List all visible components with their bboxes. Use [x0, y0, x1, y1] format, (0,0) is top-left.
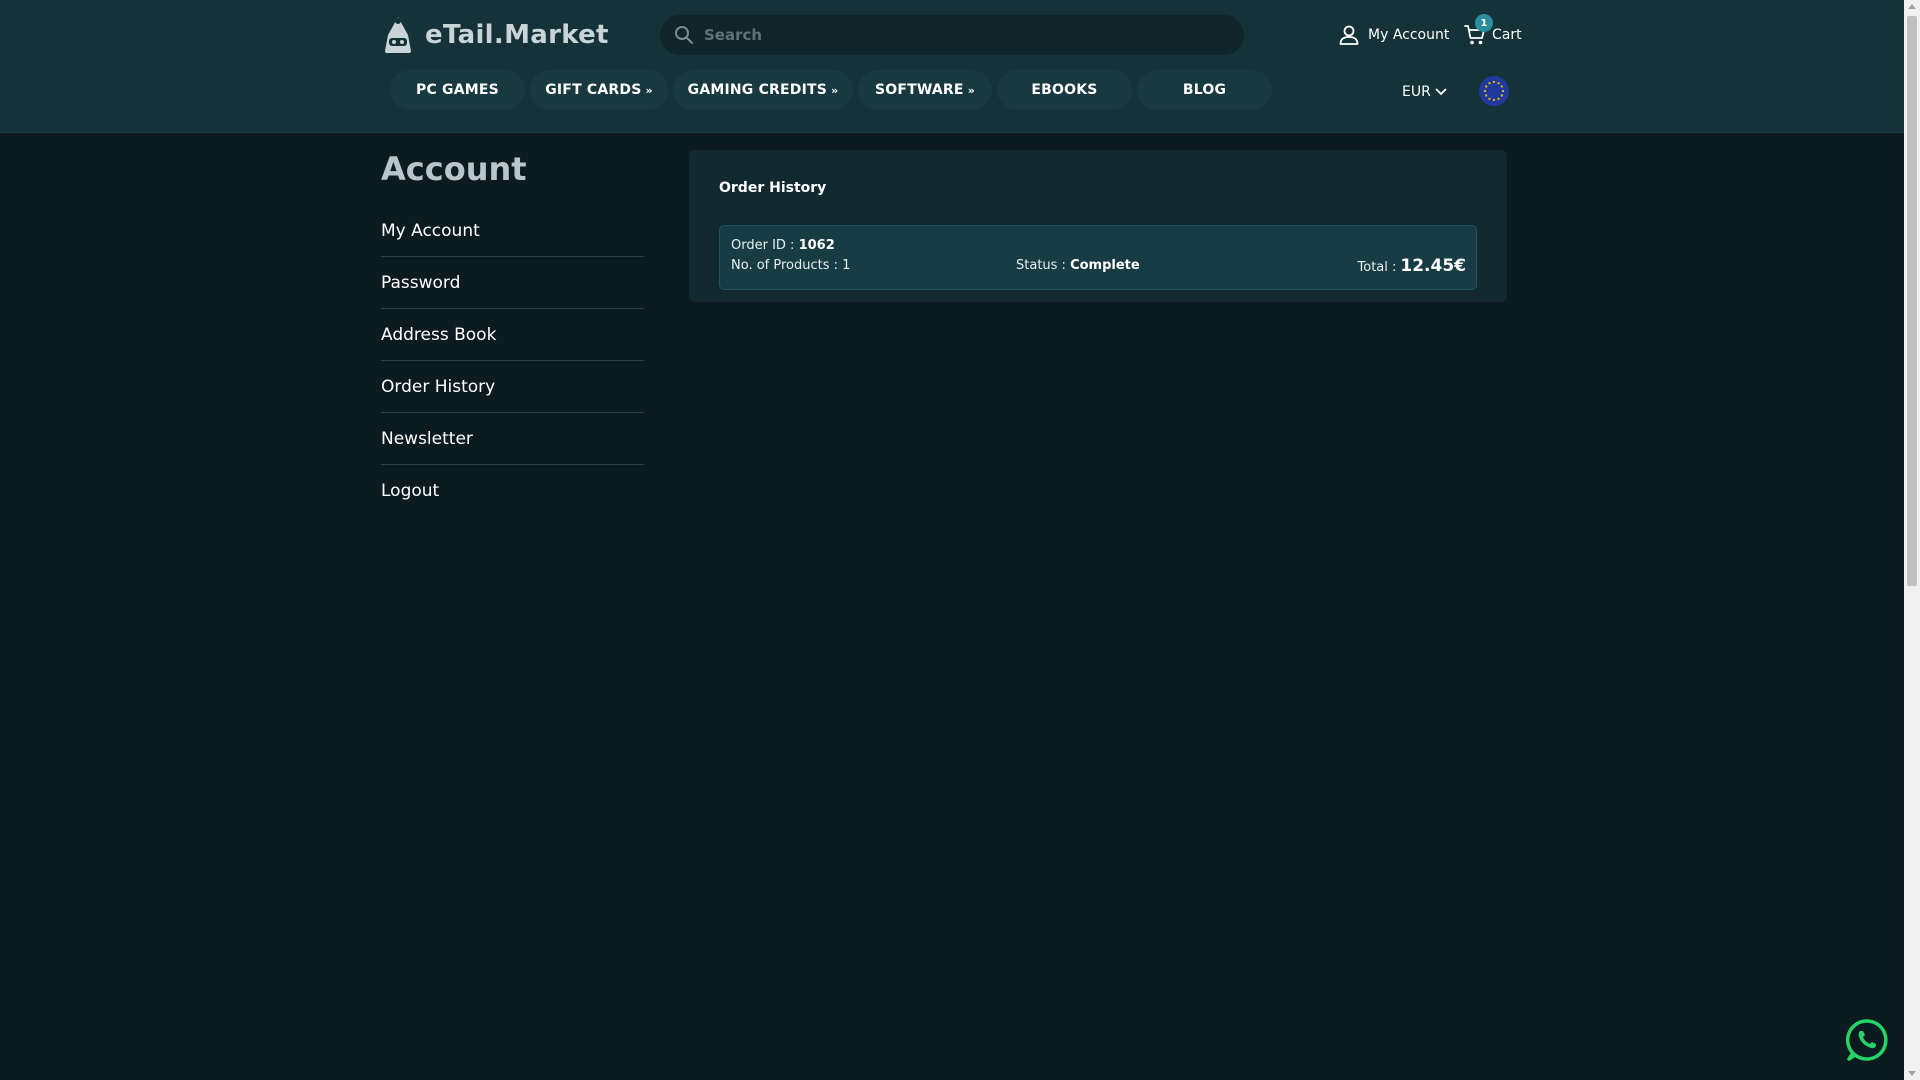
eu-stars-icon [1479, 76, 1509, 106]
main-nav: PC GAMES GIFT CARDS » GAMING CREDITS » S… [390, 70, 1272, 110]
nav-label: SOFTWARE [874, 82, 964, 98]
whatsapp-icon [1845, 1019, 1888, 1061]
page-title: Account [381, 150, 527, 188]
brand-name: eTail.Market [425, 20, 609, 50]
nav-label: GAMING CREDITS [687, 82, 828, 98]
panel-title: Order History [719, 180, 827, 196]
order-id-value: 1062 [798, 238, 835, 253]
my-account-link[interactable]: My Account [1338, 22, 1449, 48]
scroll-thumb[interactable] [1907, 16, 1917, 586]
site-header: eTail.Market My Account 1 Cart PC GAMES [0, 0, 1904, 133]
menu-order-history[interactable]: Order History [381, 361, 644, 413]
nav-software[interactable]: SOFTWARE » [858, 70, 992, 110]
nav-ebooks[interactable]: EBOOKS [997, 70, 1132, 110]
nav-label: EBOOKS [1031, 82, 1098, 98]
nav-label: GIFT CARDS [545, 82, 642, 98]
total-value: 12.45€ [1400, 256, 1466, 276]
site-logo[interactable]: eTail.Market [381, 14, 609, 56]
chevron-down-icon [1435, 88, 1447, 96]
menu-address-book[interactable]: Address Book [381, 309, 644, 361]
order-status: Status : Complete [1016, 258, 1140, 273]
nav-blog[interactable]: BLOG [1137, 70, 1272, 110]
menu-logout[interactable]: Logout [381, 465, 644, 517]
page-scrollbar[interactable] [1904, 0, 1920, 1080]
logo-icon [385, 17, 411, 53]
scroll-down-arrow-icon[interactable] [1908, 1071, 1916, 1076]
double-chevron-down-icon: » [831, 83, 839, 97]
order-history-panel: Order History Order ID : 1062 No. of Pro… [689, 150, 1507, 302]
double-chevron-down-icon: » [645, 83, 653, 97]
status-value: Complete [1070, 258, 1140, 273]
search-icon [675, 26, 693, 44]
double-chevron-down-icon: » [967, 83, 975, 97]
search-bar[interactable] [660, 15, 1244, 55]
currency-selector[interactable]: EUR [1402, 82, 1447, 102]
currency-label: EUR [1402, 84, 1431, 100]
products-value: 1 [842, 258, 851, 273]
account-menu: My Account Password Address Book Order H… [381, 205, 644, 517]
menu-newsletter[interactable]: Newsletter [381, 413, 644, 465]
total-label: Total : [1357, 260, 1397, 275]
cart-count-badge: 1 [1475, 14, 1493, 32]
eu-flag-icon[interactable] [1479, 76, 1509, 106]
nav-gift-cards[interactable]: GIFT CARDS » [530, 70, 668, 110]
scroll-up-arrow-icon[interactable] [1908, 4, 1916, 9]
order-product-count: No. of Products : 1 [731, 258, 850, 273]
search-input[interactable] [704, 26, 1224, 44]
order-total: Total : 12.45€ [1358, 256, 1466, 276]
menu-my-account[interactable]: My Account [381, 205, 644, 257]
order-id: Order ID : 1062 [731, 238, 835, 253]
cart-label: Cart [1492, 27, 1522, 43]
user-icon [1339, 25, 1359, 45]
order-id-label: Order ID : [731, 238, 795, 253]
status-label: Status : [1016, 258, 1066, 273]
order-card[interactable]: Order ID : 1062 No. of Products : 1 Stat… [719, 225, 1477, 290]
nav-gaming-credits[interactable]: GAMING CREDITS » [673, 70, 853, 110]
products-label: No. of Products : [731, 258, 839, 273]
my-account-label: My Account [1368, 27, 1450, 43]
nav-pc-games[interactable]: PC GAMES [390, 70, 525, 110]
nav-label: BLOG [1182, 82, 1227, 98]
nav-label: PC GAMES [416, 82, 499, 98]
menu-password[interactable]: Password [381, 257, 644, 309]
whatsapp-chat-button[interactable] [1845, 1018, 1889, 1062]
cart-link[interactable]: 1 Cart [1464, 14, 1522, 48]
